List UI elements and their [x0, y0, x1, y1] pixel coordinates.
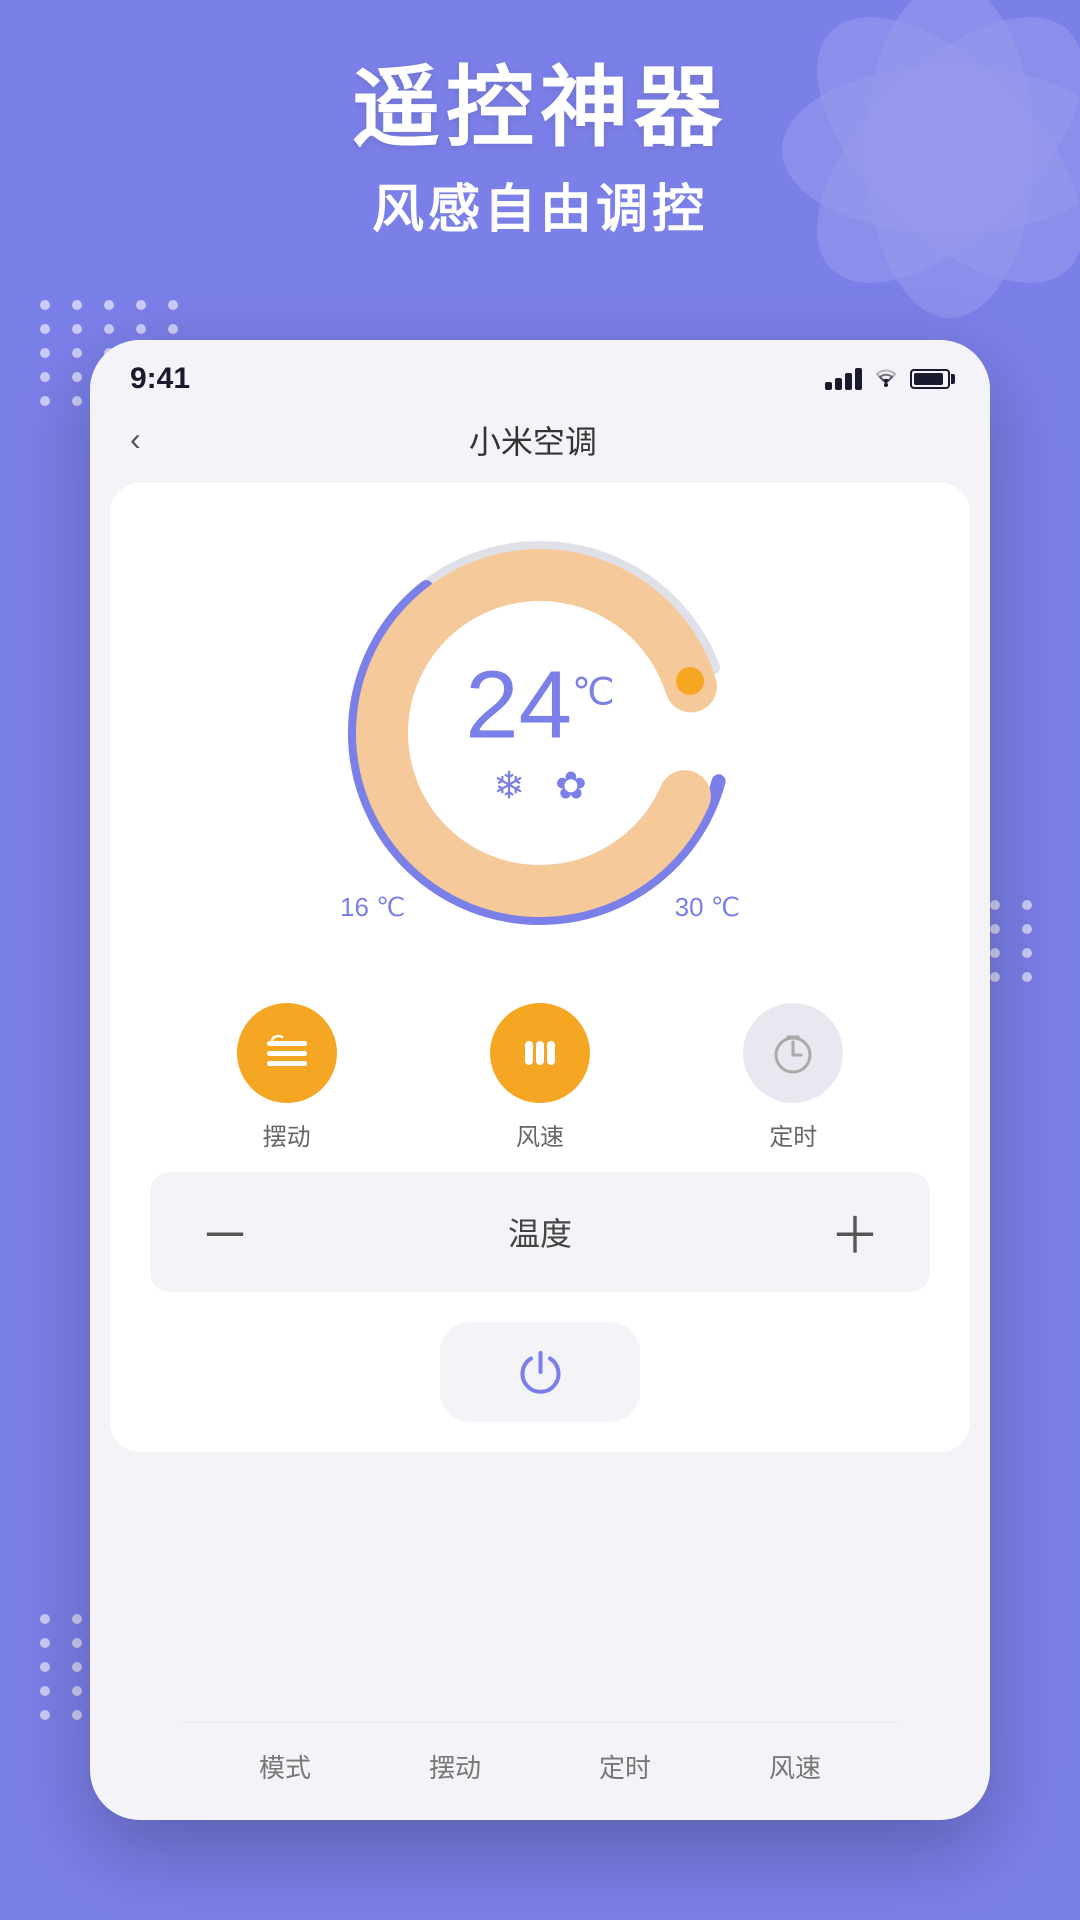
- tab-timer[interactable]: 定时: [579, 1743, 671, 1790]
- battery-icon: [910, 369, 950, 389]
- dial-center: 24℃ ❄ ✿: [465, 658, 614, 809]
- cool-icon[interactable]: ❄: [493, 764, 525, 809]
- swing-button[interactable]: [237, 1003, 337, 1103]
- status-icons: [825, 365, 950, 393]
- back-button[interactable]: ‹: [130, 416, 156, 463]
- speed-button[interactable]: [490, 1003, 590, 1103]
- speed-label: 风速: [516, 1117, 564, 1152]
- speed-control[interactable]: 风速: [490, 1003, 590, 1152]
- temp-control-label: 温度: [508, 1209, 572, 1255]
- status-bar: 9:41: [90, 340, 990, 406]
- temp-increase-button[interactable]: ＋: [820, 1196, 890, 1268]
- temperature-display: 24℃: [465, 658, 614, 754]
- temperature-dial[interactable]: 24℃ ❄ ✿ 16 ℃ 30 ℃: [320, 513, 760, 953]
- temperature-control: － 温度 ＋: [150, 1172, 930, 1292]
- temp-max: 30 ℃: [675, 892, 740, 923]
- timer-button[interactable]: [743, 1003, 843, 1103]
- sun-icon[interactable]: ✿: [555, 764, 587, 809]
- swing-control[interactable]: 摆动: [237, 1003, 337, 1152]
- content-area: 24℃ ❄ ✿ 16 ℃ 30 ℃: [110, 483, 970, 1452]
- phone-card: 9:41 ‹ 小米空调: [90, 340, 990, 1820]
- swing-label: 摆动: [263, 1117, 311, 1152]
- hero-title: 遥控神器: [0, 60, 1080, 157]
- tab-swing[interactable]: 摆动: [409, 1743, 501, 1790]
- temp-min: 16 ℃: [340, 892, 405, 923]
- mode-icons: ❄ ✿: [465, 764, 614, 809]
- nav-bar: ‹ 小米空调: [90, 406, 990, 483]
- controls-row: 摆动 风速: [140, 973, 940, 1172]
- hero-subtitle: 风感自由调控: [0, 167, 1080, 242]
- power-section: [140, 1312, 940, 1452]
- timer-label: 定时: [769, 1117, 817, 1152]
- tab-speed[interactable]: 风速: [749, 1743, 841, 1790]
- hero-section: 遥控神器 风感自由调控: [0, 60, 1080, 242]
- status-time: 9:41: [130, 362, 190, 396]
- power-button[interactable]: [440, 1322, 640, 1422]
- timer-control[interactable]: 定时: [743, 1003, 843, 1152]
- nav-title: 小米空调: [156, 417, 910, 463]
- temp-unit: ℃: [572, 672, 615, 714]
- bottom-tab-bar: 模式 摆动 定时 风速: [180, 1722, 900, 1820]
- signal-icon: [825, 368, 862, 390]
- temp-decrease-button[interactable]: －: [190, 1196, 260, 1268]
- tab-mode[interactable]: 模式: [239, 1743, 331, 1790]
- wifi-icon: [872, 365, 900, 393]
